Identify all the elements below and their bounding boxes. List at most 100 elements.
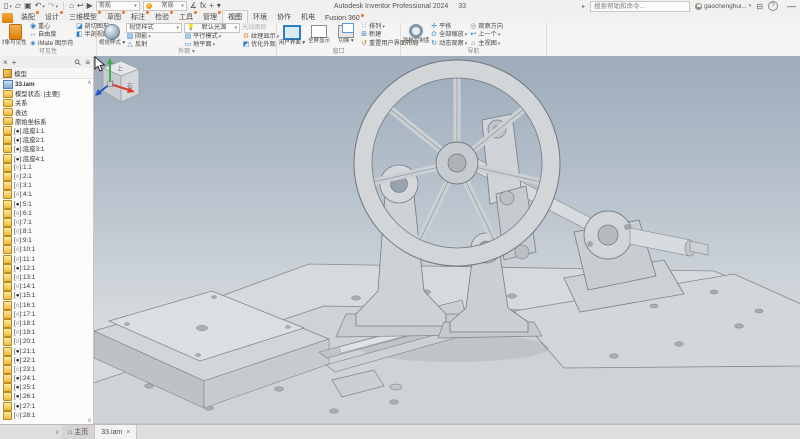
tree-part-28[interactable]: [●]:25:1 xyxy=(0,383,93,392)
close-icon[interactable]: × xyxy=(126,429,130,436)
ribbon-tab-manage[interactable]: 管理 xyxy=(198,11,222,23)
ribbon-button-visual-styles[interactable]: 视觉样式 ▾ xyxy=(99,23,125,48)
tab-document-33iam[interactable]: 33.iam × xyxy=(95,425,137,439)
ribbon-item-visual-style-combo[interactable]: 视觉样式▾ xyxy=(126,23,182,33)
file-menu-button[interactable] xyxy=(2,13,13,23)
tree-part-20[interactable]: [○]:17:1 xyxy=(0,310,93,319)
tree-part-24[interactable]: [●]:21:1 xyxy=(0,346,93,355)
ribbon-item-textures-display[interactable]: ⚙纹理显示▾ xyxy=(242,33,279,41)
scroll-up-icon[interactable]: ∧ xyxy=(87,79,91,86)
browser-close-button[interactable]: × xyxy=(3,58,8,67)
ribbon-item-shadows[interactable]: ▨阴影▾ xyxy=(126,33,182,41)
panel-label-windows[interactable]: 窗口 xyxy=(277,48,400,56)
tree-part-10[interactable]: [○]:7:1 xyxy=(0,218,93,227)
ribbon-button-full-screen[interactable]: 全屏显示 xyxy=(306,23,332,48)
panel-label-visibility[interactable]: 可见性 xyxy=(0,48,96,56)
tree-scrollbar[interactable]: ∧ ∨ xyxy=(86,79,93,424)
ribbon-item-lighting-combo[interactable]: 💡默认光源▾ xyxy=(184,23,240,33)
tree-part-2[interactable]: [●]:底座3:1 xyxy=(0,144,93,153)
reset-ui-layout-icon: ↺ xyxy=(360,40,368,48)
tree-part-14[interactable]: [○]:11:1 xyxy=(0,255,93,264)
imate-glyph-icon: ◈ xyxy=(29,40,37,48)
ribbon-tab-collaborate[interactable]: 协作 xyxy=(272,11,296,23)
ribbon-tab-design[interactable]: 设计 xyxy=(40,11,64,23)
tree-part-18[interactable]: [●]:15:1 xyxy=(0,291,93,300)
tree-folder-0[interactable]: 模型状态: [主要] xyxy=(0,89,93,98)
search-expand-icon[interactable]: ▸ xyxy=(582,3,585,10)
tree-folder-1[interactable]: 关系 xyxy=(0,98,93,107)
ribbon-tab-fusion-360[interactable]: Fusion 360 xyxy=(320,14,365,23)
account-menu[interactable]: gaochenghui... ▾ xyxy=(695,3,751,10)
tree-part-21[interactable]: [○]:18:1 xyxy=(0,319,93,328)
panel-label-appearance[interactable]: 外观 ▾ xyxy=(97,48,276,56)
ribbon-tab-electromechanical[interactable]: 机电 xyxy=(296,11,320,23)
tree-part-26[interactable]: [○]:23:1 xyxy=(0,365,93,374)
tree-folder-2[interactable]: 表达 xyxy=(0,108,93,117)
panel-label-navigate[interactable]: 导航 xyxy=(401,48,546,56)
ribbon-tab-sketch[interactable]: 草图 xyxy=(102,11,126,23)
tree-part-17[interactable]: [○]:14:1 xyxy=(0,282,93,291)
help-search-input[interactable]: 搜索帮助和命令... xyxy=(590,1,690,12)
viewport-3d[interactable]: 上 前 右 xyxy=(94,56,800,424)
tree-part-16[interactable]: [○]:13:1 xyxy=(0,273,93,282)
help-icon[interactable]: ? xyxy=(768,1,778,11)
tree-part-22[interactable]: [○]:19:1 xyxy=(0,328,93,337)
ribbon-item-zoom-all[interactable]: ⊙全部缩放▾ xyxy=(430,31,467,39)
tree-part-25[interactable]: [●]:22:1 xyxy=(0,356,93,365)
minimize-button[interactable]: — xyxy=(787,1,796,11)
ribbon-tab-model-3d[interactable]: 三维模型 xyxy=(64,11,102,23)
scroll-down-icon[interactable]: ∨ xyxy=(87,417,91,424)
tree-part-3[interactable]: [●]:底座4:1 xyxy=(0,154,93,163)
ribbon-item-imate-glyph[interactable]: ◈iMate 图示符 xyxy=(29,40,73,48)
ribbon-item-orthographic-mode[interactable]: ▤平行模式▾ xyxy=(184,33,240,41)
separator xyxy=(63,2,64,10)
tree-part-19[interactable]: [○]:16:1 xyxy=(0,301,93,310)
tree-part-31[interactable]: [○]:28:1 xyxy=(0,411,93,420)
ribbon-button-switch-windows[interactable]: 切换 ▾ xyxy=(333,23,359,48)
new-file-button-icon[interactable]: ▯▾ xyxy=(4,1,12,12)
ribbon-button-user-interface[interactable]: 用户界面 ▾ xyxy=(279,23,305,48)
ribbon-item-pan[interactable]: ✛平移 xyxy=(430,23,467,31)
node-icon xyxy=(3,227,12,236)
tree-part-9[interactable]: [○]:6:1 xyxy=(0,209,93,218)
tree-part-29[interactable]: [●]:26:1 xyxy=(0,392,93,401)
ribbon-button-full-navigation-wheel[interactable]: 全导航控制盘 ▾ xyxy=(403,23,429,48)
new-feature-badge xyxy=(98,11,101,14)
cart-icon[interactable]: ⊟ xyxy=(756,2,763,11)
tree-folder-3[interactable]: 原始坐标系 xyxy=(0,117,93,126)
tree-part-15[interactable]: [●]:12:1 xyxy=(0,264,93,273)
model-pane-title[interactable]: 模型 xyxy=(14,68,27,78)
ribbon-item-center-of-gravity[interactable]: ◉重心 xyxy=(29,23,73,31)
ribbon-item-previous-view[interactable]: ↩上一个▾ xyxy=(469,31,503,39)
tree-part-13[interactable]: [○]:10:1 xyxy=(0,245,93,254)
browser-scroll-down[interactable]: ∨ xyxy=(0,425,62,439)
tree-part-7[interactable]: [○]:4:1 xyxy=(0,190,93,199)
tree-root-assembly[interactable]: 33.iam xyxy=(0,80,93,89)
tree-part-0[interactable]: [●]:底座1:1 xyxy=(0,126,93,135)
tree-part-1[interactable]: [●]:底座2:1 xyxy=(0,135,93,144)
ribbon-tab-annotate[interactable]: 标注 xyxy=(126,11,150,23)
tree-part-27[interactable]: [●]:24:1 xyxy=(0,374,93,383)
tree-part-6[interactable]: [○]:3:1 xyxy=(0,181,93,190)
ribbon-button-object-visibility[interactable]: 对象可见性 ▾ xyxy=(2,23,28,48)
tree-part-30[interactable]: [●]:27:1 xyxy=(0,402,93,411)
browser-add-tab-button[interactable]: + xyxy=(12,58,17,67)
ribbon-item-orbit[interactable]: ↻动态观察▾ xyxy=(430,40,467,48)
tree-part-12[interactable]: [○]:9:1 xyxy=(0,236,93,245)
ribbon-tab-environments[interactable]: 环境 xyxy=(248,11,272,23)
ribbon-item-home-view[interactable]: ⌂主视图▾ xyxy=(469,40,503,48)
browser-search-icon[interactable]: ⚲ xyxy=(73,57,84,68)
ribbon-item-look-at[interactable]: ◎观察方向 xyxy=(469,23,503,31)
tree-part-8[interactable]: [●]:5:1 xyxy=(0,199,93,208)
tree-part-4[interactable]: [○]:1:1 xyxy=(0,163,93,172)
tab-home[interactable]: ⌂ 主页 xyxy=(62,425,95,439)
browser-menu-icon[interactable]: ≡ xyxy=(85,58,90,67)
ribbon-tab-assemble[interactable]: 装配 xyxy=(16,11,40,23)
tree-part-11[interactable]: [○]:8:1 xyxy=(0,227,93,236)
ribbon-tab-view[interactable]: 视图 xyxy=(222,10,248,23)
tree-part-23[interactable]: [○]:20:1 xyxy=(0,337,93,346)
ribbon-item-degrees-of-freedom[interactable]: ↔自由度 xyxy=(29,31,73,39)
tree-part-5[interactable]: [○]:2:1 xyxy=(0,172,93,181)
ribbon-tab-inspect[interactable]: 检验 xyxy=(150,11,174,23)
ribbon-tab-tools[interactable]: 工具 xyxy=(174,11,198,23)
